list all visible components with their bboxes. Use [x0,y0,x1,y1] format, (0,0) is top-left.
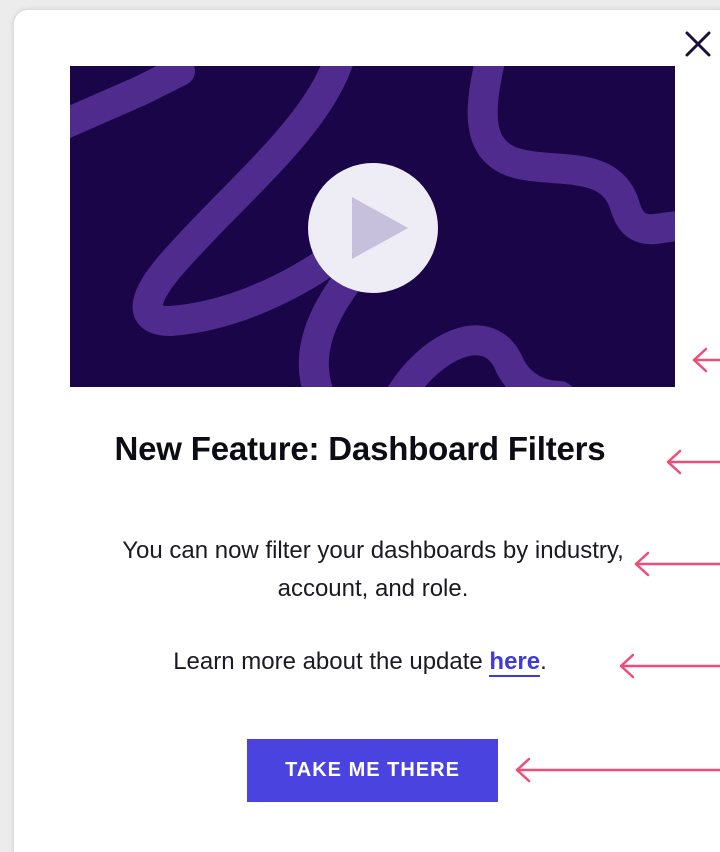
modal-description: You can now filter your dashboards by in… [122,537,624,602]
learn-more-link[interactable]: here [489,648,541,677]
video-player[interactable] [70,66,675,387]
learn-more-prefix: Learn more about the update [173,648,490,675]
play-button[interactable] [308,163,438,293]
close-icon[interactable] [682,28,714,60]
play-icon[interactable] [308,163,438,293]
take-me-there-button[interactable]: TAKE ME THERE [247,739,498,802]
learn-more-suffix: . [540,648,547,675]
learn-more-text: Learn more about the update here. [0,648,720,677]
modal-title: New Feature: Dashboard Filters [114,430,606,467]
